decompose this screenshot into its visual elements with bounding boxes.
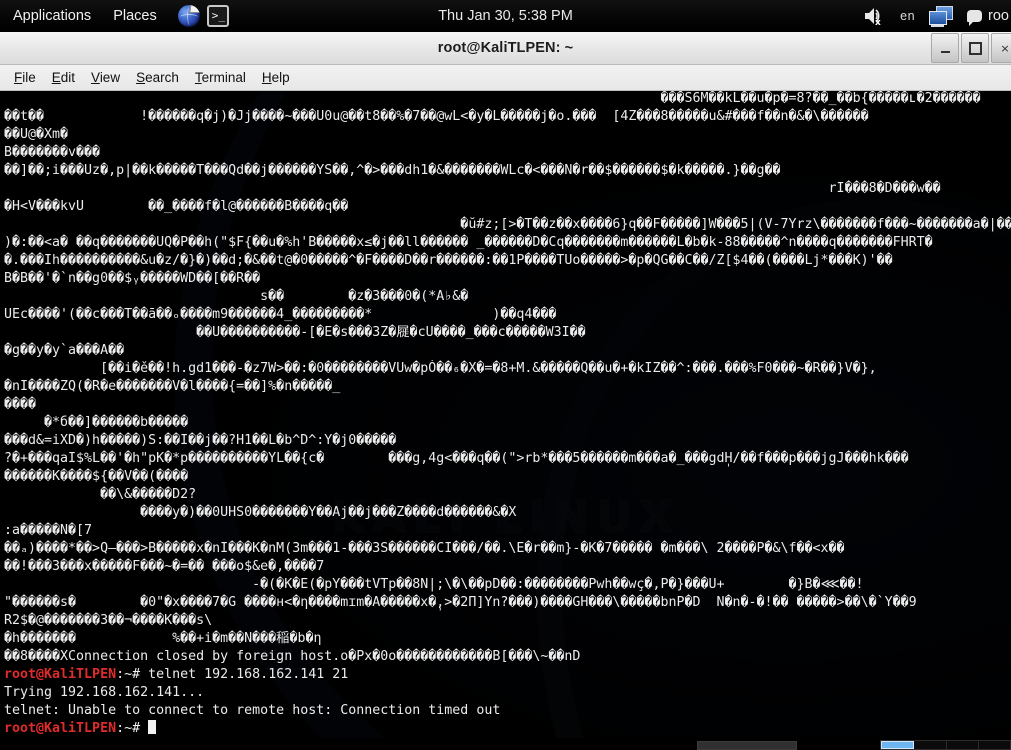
keyboard-layout-indicator[interactable]: en [900, 9, 915, 23]
terminal-garbage-line: ���S6M��kL��u�p�=8?��_��b{�����ʟ�2������ [4, 91, 981, 106]
applications-menu[interactable]: Applications [4, 5, 100, 28]
menu-terminal-rest: erminal [201, 70, 246, 85]
menu-help-rest: elp [271, 70, 290, 85]
workspace-4[interactable] [978, 741, 1010, 749]
speaker-muted-icon[interactable]: x [864, 6, 886, 28]
workspace-switcher[interactable] [880, 740, 1011, 750]
menu-terminal[interactable]: Terminal [191, 67, 256, 88]
terminal-garbage-line: ��8����XConnection closed by foreign hos… [4, 649, 581, 664]
network-monitors-icon[interactable] [929, 6, 954, 27]
terminal-garbage-line: ��ₐ)����*��>Q—���>B�����x�nI���K�nM(3m��… [4, 541, 845, 556]
user-menu-label: roo [988, 8, 1009, 24]
system-tray: x en roo [864, 0, 1011, 32]
prompt-path-sigil: :~# [116, 667, 149, 682]
maximize-icon [968, 41, 982, 55]
menu-help-mnemonic: H [261, 70, 272, 85]
menu-search-rest: earch [145, 70, 179, 85]
menu-file-rest: ile [22, 70, 36, 85]
terminal-prompt-line: root@KaliTLPEN:~# telnet 192.168.162.141… [4, 666, 1011, 684]
terminal-garbage-line: ��U����������-[�E�s���3Z�屣�cU����_���c��… [4, 325, 586, 340]
terminal-garbage-line: �.���Ih����������&u�z/�}�)��d;�&��t@�0��… [4, 253, 893, 268]
minimize-icon [940, 50, 950, 53]
terminal-garbage-line: �g��y�y`a���A�� [4, 343, 125, 358]
taskbar-window-button[interactable] [697, 741, 797, 750]
panel-launchers: >_ [177, 5, 229, 27]
chat-bubble-icon [967, 10, 983, 26]
terminal-garbage-line: ���d&=iXD�)h�����)S:��I��j��?H1��L�b^D^:… [4, 433, 397, 448]
terminal-garbage-line: ����y�)��0UHS0�������Y��Aj��j���Z����d��… [4, 505, 517, 520]
close-icon: × [1000, 41, 1010, 55]
window-titlebar[interactable]: root@KaliTLPEN: ~ × [0, 32, 1011, 65]
terminal-garbage-line: �*б��]������b����� [4, 415, 189, 430]
svg-text:x: x [875, 18, 881, 26]
terminal-garbage-line: ���� [4, 397, 37, 412]
workspace-3[interactable] [946, 741, 979, 749]
menu-edit-mnemonic: E [51, 70, 61, 85]
terminal-garbage-line: ��\&�����D2? [4, 487, 197, 502]
prompt-path-sigil: :~# [116, 721, 149, 736]
terminal-garbage-line: ?�+���qaI$%L��'�h"pK�*p����������YL��{c�… [4, 451, 909, 466]
menu-view-mnemonic: V [91, 70, 100, 85]
workspace-2[interactable] [914, 741, 947, 749]
terminal-garbage-line: s�� �z�3���0�(*A♭&� [4, 289, 469, 304]
terminal-garbage-line: �H<V���kvU ��_����f�l@������B����q�� [4, 199, 349, 214]
terminal-garbage-line: �ŭ#z;[>�T��z��x����6}q��F�����]W���5|(V-… [4, 217, 1011, 232]
terminal-garbage-line: �nI����ZQ(�R�e�������V�l����{=��]%�n����… [4, 379, 341, 394]
terminal-garbage-line: [��i�ě��!h.gd1���-�z7W>��:�0��������VUw�… [4, 361, 877, 376]
menu-file[interactable]: File [10, 67, 46, 88]
terminal-garbage-line: UEc����'(��c���T��ā��ₒ����m9������4_����… [4, 307, 557, 322]
terminal-garbage-line: ��!���3���x�����F���~�=�� ���o$&e�,����7 [4, 559, 325, 574]
terminal-garbage-line: ��t�� !������q�j)�Jj����~���U0u@��t8��%�… [4, 109, 869, 124]
terminal-garbage-line: -�(�K�E(�pY���tVTp��8N|;\�\��pD��:������… [4, 577, 864, 592]
terminal-output-line: telnet: Unable to connect to remote host… [4, 703, 501, 718]
places-menu[interactable]: Places [104, 5, 166, 28]
network-icon-stand [931, 25, 945, 27]
globe-flag-icon [189, 5, 200, 13]
user-menu[interactable]: roo [967, 8, 1009, 26]
close-button[interactable]: × [991, 33, 1011, 63]
menu-view[interactable]: View [87, 67, 130, 88]
terminal-prompt-line: root@KaliTLPEN:~# [4, 720, 1011, 738]
menu-edit[interactable]: Edit [48, 67, 85, 88]
window-controls: × [929, 33, 1011, 63]
terminal-garbage-line: ��]��;i���Uz�,p|��k�����T���Qd��j������Y… [4, 163, 781, 178]
prompt-user-host: root@KaliTLPEN [4, 667, 117, 682]
menu-view-rest: iew [99, 70, 121, 85]
menu-search[interactable]: Search [132, 67, 189, 88]
terminal-text: ���S6M��kL��u�p�=8?��_��b{�����ʟ�2������… [4, 91, 1011, 738]
window-title: root@KaliTLPEN: ~ [437, 40, 574, 56]
globe-icon[interactable] [177, 5, 200, 27]
terminal-garbage-line: ��U@�Xm� [4, 127, 69, 142]
minimize-button[interactable] [931, 33, 959, 63]
prompt-user-host: root@KaliTLPEN [4, 721, 117, 736]
terminal-garbage-line: B�B��'�`n��g0��$ᵧ�����WD��[��R�� [4, 271, 261, 286]
terminal-garbage-line: )�:��<a� ��q�������UQ�P��h("$F{��u�%h'B�… [4, 235, 933, 250]
terminal-garbage-line: rI���8�D���w�� [4, 181, 941, 196]
terminal-command: telnet 192.168.162.141 21 [148, 667, 349, 682]
menu-help[interactable]: Help [258, 67, 300, 88]
menu-terminal-mnemonic: T [194, 70, 202, 85]
terminal-icon[interactable]: >_ [206, 5, 229, 27]
bottom-panel [0, 738, 1011, 750]
terminal-garbage-line: R2$�@�������3��¬����K���s\ [4, 613, 213, 628]
menu-search-mnemonic: S [136, 70, 146, 85]
network-icon-front-monitor [929, 11, 948, 25]
terminal-garbage-line: B�������v��� [4, 145, 101, 160]
terminal-garbage-line: ������K����${��V��(���� [4, 469, 189, 484]
terminal-output-area[interactable]: ���S6M��kL��u�p�=8?��_��b{�����ʟ�2������… [0, 91, 1011, 740]
menu-file-mnemonic: F [14, 70, 23, 85]
maximize-button[interactable] [961, 33, 989, 63]
terminal-garbage-line: "������s� �0"�x����7�G ����н<�η����mɪm�A… [4, 595, 917, 610]
terminal-garbage-line: �h������� %��+i�m��N���稲�b�η [4, 631, 322, 646]
terminal-cursor [148, 720, 157, 734]
menu-edit-rest: dit [60, 70, 76, 85]
menubar: File Edit View Search Terminal Help [0, 65, 1011, 91]
workspace-1[interactable] [881, 741, 915, 749]
top-panel: Applications Places >_ Thu Jan 30, 5:38 … [0, 0, 1011, 32]
terminal-garbage-line: :a�����N�[7 [4, 523, 93, 538]
terminal-window: root@KaliTLPEN: ~ × File Edit View Searc… [0, 32, 1011, 740]
terminal-output-line: Trying 192.168.162.141... [4, 685, 205, 700]
